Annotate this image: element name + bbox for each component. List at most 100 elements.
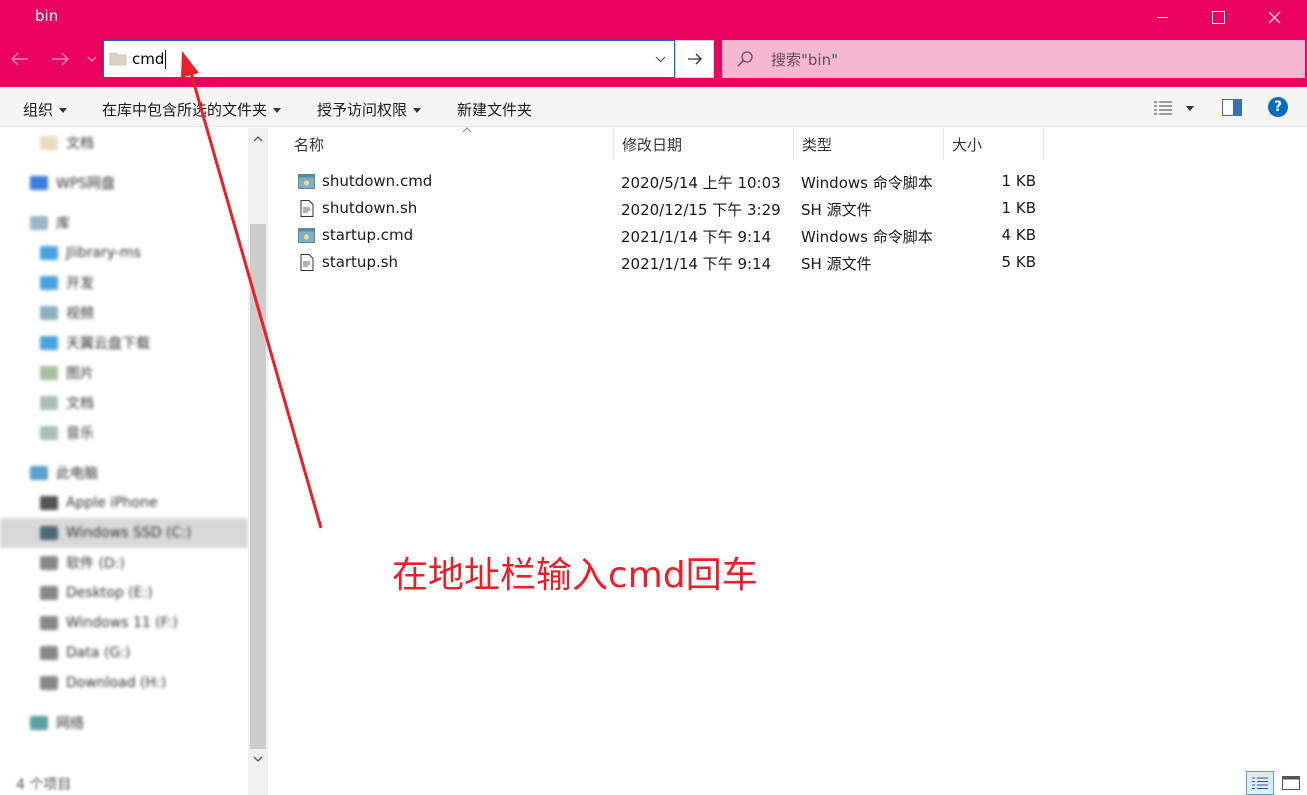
sidebar-item[interactable]: 音乐 <box>0 418 248 448</box>
sidebar-item[interactable]: 库 <box>0 208 248 238</box>
column-header-date[interactable]: 修改日期 <box>614 128 794 160</box>
sidebar-item-icon <box>40 646 58 660</box>
organize-label: 组织 <box>23 101 54 119</box>
sidebar-item-label: 软件 (D:) <box>66 556 125 572</box>
details-view-icon <box>1252 777 1268 789</box>
sidebar-item[interactable]: Apple iPhone <box>0 488 248 518</box>
file-type: SH 源文件 <box>801 201 872 219</box>
cmd-file-icon <box>298 227 315 244</box>
minimize-button[interactable] <box>1134 0 1190 34</box>
share-with-menu[interactable]: 授予访问权限 <box>317 99 422 120</box>
large-icons-view-button[interactable] <box>1277 771 1305 795</box>
table-row[interactable]: startup.cmd 2021/1/14 下午 9:14 Windows 命令脚本… <box>286 222 1046 249</box>
help-icon[interactable]: ? <box>1268 97 1288 117</box>
table-row[interactable]: shutdown.sh 2020/12/15 下午 3:29 SH 源文件 1 KB <box>286 195 1046 222</box>
sidebar-item[interactable]: WPS网盘 <box>0 168 248 198</box>
sidebar-item[interactable]: 天翼云盘下载 <box>0 328 248 358</box>
file-name: startup.cmd <box>322 226 414 244</box>
navigation-pane: 文档 WPS网盘库 Jlibrary-ms 开发 视频 天翼云盘下载 图片 文档 音乐 此电脑 Ap… <box>0 128 268 795</box>
text-file-icon <box>298 254 315 271</box>
sidebar-item[interactable]: 视频 <box>0 298 248 328</box>
forward-button[interactable] <box>48 47 72 71</box>
dropdown-caret-icon <box>273 108 282 113</box>
organize-menu[interactable]: 组织 <box>23 99 68 120</box>
column-date-label: 修改日期 <box>622 135 683 154</box>
file-list: 名称 修改日期 类型 大小 shutdown.cmd 2020/5/14 上午 1… <box>270 127 1307 795</box>
file-size: 4 KB <box>1001 226 1036 244</box>
file-name: startup.sh <box>322 253 399 271</box>
column-header-type[interactable]: 类型 <box>794 128 944 160</box>
sidebar-item-icon <box>40 676 58 690</box>
include-in-library-menu[interactable]: 在库中包含所选的文件夹 <box>102 99 282 120</box>
dropdown-caret-icon <box>59 108 68 113</box>
new-folder-button[interactable]: 新建文件夹 <box>457 99 532 120</box>
sidebar-item[interactable]: 网络 <box>0 708 248 738</box>
sidebar-item-label: Apple iPhone <box>66 495 158 511</box>
search-box[interactable]: 搜索"bin" <box>722 40 1305 78</box>
preview-pane-icon[interactable] <box>1222 99 1242 116</box>
sidebar-item-label: Data (G:) <box>66 645 131 661</box>
back-button[interactable] <box>8 47 32 71</box>
sidebar-item[interactable]: 此电脑 <box>0 458 248 488</box>
sidebar-item-icon <box>40 586 58 600</box>
column-header-size[interactable]: 大小 <box>944 128 1044 160</box>
sidebar-item[interactable]: Download (H:) <box>0 668 248 698</box>
sidebar-item-icon <box>40 556 58 570</box>
sidebar-item[interactable]: 文档 <box>0 128 248 158</box>
sidebar-item[interactable]: Desktop (E:) <box>0 578 248 608</box>
close-button[interactable] <box>1246 0 1302 34</box>
sidebar-item[interactable]: 开发 <box>0 268 248 298</box>
chevron-down-icon <box>655 56 665 62</box>
title-bar: bin <box>0 0 1307 34</box>
file-type: Windows 命令脚本 <box>801 174 933 192</box>
address-toolbar: 搜索"bin" <box>0 34 1307 87</box>
sidebar-item-icon <box>30 176 48 190</box>
maximize-button[interactable] <box>1190 0 1246 34</box>
sidebar-item[interactable]: Data (G:) <box>0 638 248 668</box>
dropdown-caret-icon <box>1186 105 1194 111</box>
sidebar-item[interactable]: 软件 (D:) <box>0 548 248 578</box>
address-bar[interactable] <box>103 40 675 78</box>
go-button[interactable] <box>675 40 714 78</box>
sidebar-item-icon <box>30 216 48 230</box>
nav-scrollbar-thumb[interactable] <box>250 224 266 749</box>
sidebar-item[interactable]: Jlibrary-ms <box>0 238 248 268</box>
table-row[interactable]: shutdown.cmd 2020/5/14 上午 10:03 Windows 命令… <box>286 168 1046 195</box>
details-view-button[interactable] <box>1246 771 1274 795</box>
sidebar-item[interactable]: Windows SSD (C:) <box>0 518 248 548</box>
share-with-label: 授予访问权限 <box>317 101 408 119</box>
column-type-label: 类型 <box>802 135 833 154</box>
chevron-down-icon <box>87 55 97 62</box>
sidebar-item-icon <box>40 616 58 630</box>
file-date: 2021/1/14 下午 9:14 <box>621 255 772 273</box>
file-date: 2021/1/14 下午 9:14 <box>621 228 772 246</box>
sidebar-item-label: 网络 <box>56 716 84 732</box>
column-name-label: 名称 <box>294 135 325 154</box>
nav-scroll-down-button[interactable] <box>250 750 266 768</box>
sidebar-item-icon <box>40 496 58 510</box>
arrow-left-icon <box>11 52 28 66</box>
sidebar-item-icon <box>40 366 58 380</box>
sidebar-item[interactable]: 图片 <box>0 358 248 388</box>
address-history-dropdown[interactable] <box>645 41 675 77</box>
table-row[interactable]: startup.sh 2021/1/14 下午 9:14 SH 源文件 5 KB <box>286 249 1046 276</box>
cmd-file-icon <box>298 173 315 190</box>
sidebar-item[interactable]: Windows 11 (F:) <box>0 608 248 638</box>
sidebar-item-icon <box>40 426 58 440</box>
address-input[interactable] <box>132 45 642 73</box>
recent-locations-button[interactable] <box>84 47 100 71</box>
text-file-icon <box>298 200 315 217</box>
file-size: 1 KB <box>1001 199 1036 217</box>
nav-scroll-up-button[interactable] <box>250 130 266 148</box>
sidebar-item-label: Desktop (E:) <box>66 585 153 601</box>
change-view-button[interactable] <box>1154 98 1200 118</box>
column-header-name[interactable]: 名称 <box>286 127 614 160</box>
sidebar-item[interactable]: 文档 <box>0 388 248 418</box>
navigation-tree: 文档 WPS网盘库 Jlibrary-ms 开发 视频 天翼云盘下载 图片 文档 音乐 此电脑 Ap… <box>0 128 248 795</box>
sidebar-item-label: 图片 <box>66 366 94 382</box>
sidebar-item-icon <box>40 306 58 320</box>
file-size: 5 KB <box>1001 253 1036 271</box>
file-explorer-window: bin cmd 搜索"bin" 组织 在库中包含所选的文件夹 授予访问权限 新建… <box>0 0 1307 795</box>
sidebar-item-icon <box>40 526 58 540</box>
text-cursor <box>165 50 166 69</box>
